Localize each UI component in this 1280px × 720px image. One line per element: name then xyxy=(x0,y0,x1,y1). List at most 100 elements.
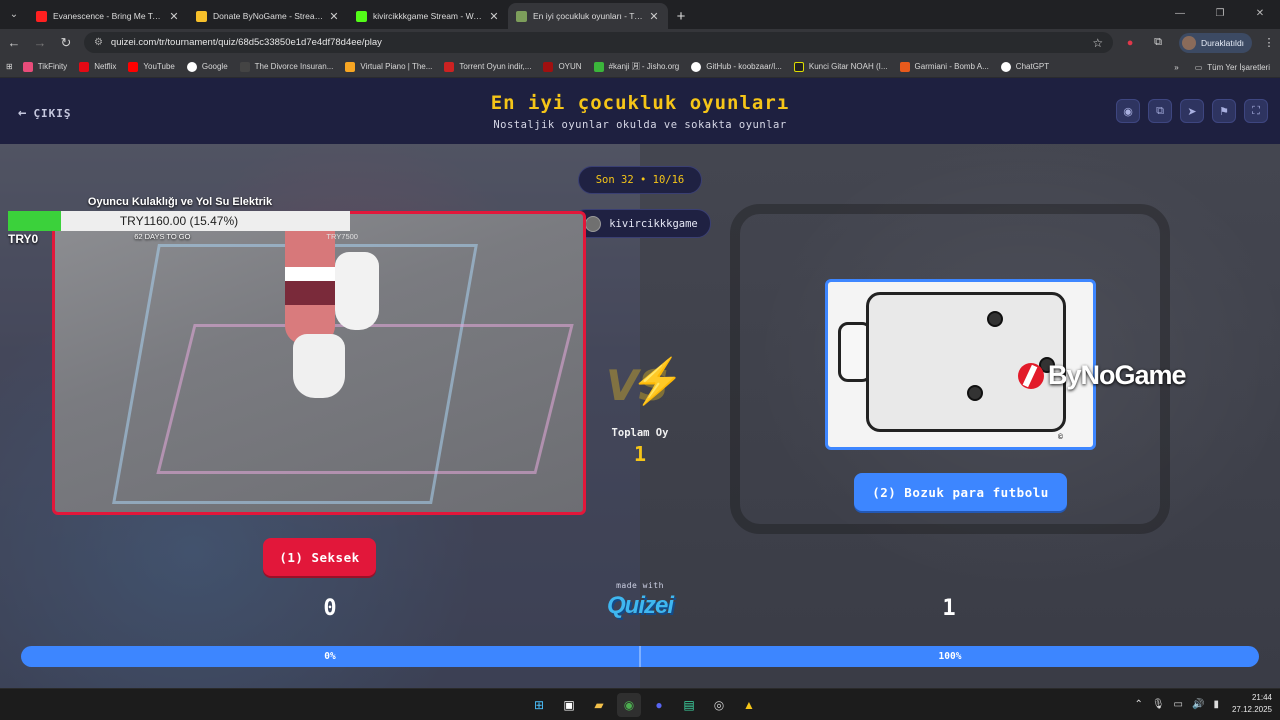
user-badge: kivircikkkgame xyxy=(572,209,711,238)
extension-icon[interactable]: ● xyxy=(1119,32,1141,54)
app-icon[interactable]: ▤ xyxy=(677,693,701,717)
donation-goal-widget: Oyuncu Kulaklığı ve Yol Su Elektrik TRY1… xyxy=(8,196,358,246)
bookmark-item[interactable]: Netflix xyxy=(79,61,116,72)
windows-taskbar: ⊞ ▣ ▰ ◉ ● ▤ ◎ ▲ ⌃ 🎙 ▭ 🔊 ▮ 21:44 27.12.20… xyxy=(0,688,1280,720)
address-bar[interactable]: ⚙ quizei.com/tr/tournament/quiz/68d5c338… xyxy=(83,32,1114,53)
forward-arrow-icon[interactable]: → xyxy=(28,31,52,55)
gitar-icon xyxy=(793,61,804,72)
donation-days-left: 62 DAYS TO GO xyxy=(134,232,191,241)
bookmark-item[interactable]: ChatGPT xyxy=(1000,61,1049,72)
chrome-icon[interactable]: ◉ xyxy=(617,693,641,717)
left-percent: 0% xyxy=(324,651,336,662)
network-icon[interactable]: ▭ xyxy=(1174,699,1183,710)
bookmark-item[interactable]: Virtual Piano | The... xyxy=(345,61,432,72)
reload-icon[interactable]: ↻ xyxy=(54,31,78,55)
bookmark-item[interactable]: Google xyxy=(186,61,228,72)
microphone-icon[interactable]: 🎙 xyxy=(1152,699,1165,710)
folder-icon xyxy=(543,61,554,72)
kick-favicon-icon xyxy=(356,10,367,22)
close-tab-icon[interactable]: ✕ xyxy=(168,10,180,23)
option-left-image[interactable] xyxy=(52,211,586,515)
browser-menu-icon[interactable]: ⋮ xyxy=(1258,32,1280,54)
garmiani-icon xyxy=(899,61,910,72)
share-send-icon[interactable]: ➤ xyxy=(1180,99,1204,123)
back-arrow-icon[interactable]: ← xyxy=(2,31,26,55)
quizei-logo[interactable]: Quizei xyxy=(590,592,690,620)
battery-icon[interactable]: ▮ xyxy=(1213,699,1219,710)
task-view-icon[interactable]: ▣ xyxy=(557,693,581,717)
url-text[interactable]: quizei.com/tr/tournament/quiz/68d5c33850… xyxy=(111,37,1092,48)
all-bookmarks[interactable]: » ▭ Tüm Yer İşaretleri xyxy=(1174,56,1270,78)
close-tab-icon[interactable]: ✕ xyxy=(328,10,340,23)
close-tab-icon[interactable]: ✕ xyxy=(648,10,660,23)
jisho-icon xyxy=(593,61,604,72)
chevron-up-icon[interactable]: ⌃ xyxy=(1134,699,1142,710)
bookmark-star-icon[interactable]: ☆ xyxy=(1092,36,1103,50)
bookmark-folder[interactable]: OYUN xyxy=(543,61,582,72)
browser-tab-active[interactable]: En iyi çocukluk oyunları - Tier Li ✕ xyxy=(508,3,668,29)
option-right-button[interactable]: (2) Bozuk para futbolu xyxy=(854,473,1067,511)
apps-grid-icon[interactable]: ⊞ xyxy=(6,62,13,71)
bynogame-favicon-icon xyxy=(196,10,207,22)
bookmark-item[interactable]: GitHub - koobzaar/l... xyxy=(691,61,782,72)
made-with-label: made with xyxy=(616,581,664,590)
browser-tab[interactable]: kivircikkkgame Stream - Watch ✕ xyxy=(348,3,508,29)
bookmark-item[interactable]: Torrent Oyun indir,... xyxy=(444,61,531,72)
bookmark-item[interactable]: TikFinity xyxy=(22,61,67,72)
sponsor-watermark: ByNoGame xyxy=(1018,360,1187,391)
bynogame-logo-icon xyxy=(1018,362,1044,389)
speaker-icon[interactable]: 🔊 xyxy=(1192,699,1204,710)
bookmark-item[interactable]: Kunci Gitar NOAH (I... xyxy=(793,61,888,72)
close-window-icon[interactable]: ✕ xyxy=(1240,0,1280,26)
file-explorer-icon[interactable]: ▰ xyxy=(587,693,611,717)
bookmark-item[interactable]: YouTube xyxy=(128,61,175,72)
eye-icon[interactable]: ◉ xyxy=(1116,99,1140,123)
profile-button[interactable]: Duraklatıldı xyxy=(1179,32,1253,53)
bookmark-item[interactable]: The Divorce Insuran... xyxy=(239,61,333,72)
donation-max: TRY7500 xyxy=(326,232,358,241)
start-icon[interactable]: ⊞ xyxy=(527,693,551,717)
site-info-icon[interactable]: ⚙ xyxy=(94,37,103,48)
folder-icon: ▭ xyxy=(1194,62,1203,72)
browser-toolbar: ← → ↻ ⚙ quizei.com/tr/tournament/quiz/68… xyxy=(0,29,1280,56)
clock[interactable]: 21:44 27.12.2025 xyxy=(1232,692,1272,716)
minimize-icon[interactable]: — xyxy=(1160,0,1200,26)
fullscreen-icon[interactable]: ⛶ xyxy=(1244,99,1268,123)
system-tray: ⌃ 🎙 ▭ 🔊 ▮ 21:44 27.12.2025 xyxy=(1134,692,1272,716)
copy-icon[interactable]: ⧉ xyxy=(1148,99,1172,123)
youtube-favicon-icon xyxy=(36,10,47,22)
quiz-page: ← ÇIKIŞ En iyi çocukluk oyunları Nostalj… xyxy=(0,78,1280,688)
taskbar-apps: ⊞ ▣ ▰ ◉ ● ▤ ◎ ▲ xyxy=(527,693,761,717)
avatar xyxy=(1182,35,1197,50)
quiz-header: ← ÇIKIŞ En iyi çocukluk oyunları Nostalj… xyxy=(0,78,1280,144)
chevron-right-icon[interactable]: » xyxy=(1174,63,1178,72)
steam-icon[interactable]: ◎ xyxy=(707,693,731,717)
left-score: 0 xyxy=(323,596,337,621)
total-votes-label: Toplam Oy xyxy=(611,427,669,439)
bookmark-item[interactable]: Garmiani - Bomb A... xyxy=(899,61,989,72)
donation-progress-bar: TRY1160.00 (15.47%) xyxy=(8,211,350,231)
browser-tab[interactable]: Evanescence - Bring Me To Life ✕ xyxy=(28,3,188,29)
piano-icon xyxy=(345,61,356,72)
quizei-favicon-icon xyxy=(516,10,527,22)
browser-tab-strip: ⌄ Evanescence - Bring Me To Life ✕ Donat… xyxy=(0,0,1280,29)
bookmarks-bar: ⊞ TikFinity Netflix YouTube Google The D… xyxy=(0,56,1280,78)
new-tab-button[interactable]: + xyxy=(668,3,694,29)
option-left-button[interactable]: (1) Seksek xyxy=(263,538,376,576)
close-tab-icon[interactable]: ✕ xyxy=(488,10,500,23)
youtube-icon xyxy=(128,61,139,72)
round-badge: Son 32 • 10/16 xyxy=(578,166,702,194)
tab-search-icon[interactable]: ⌄ xyxy=(0,0,28,29)
extensions-puzzle-icon[interactable]: ⧉ xyxy=(1147,32,1169,54)
github-icon xyxy=(691,61,702,72)
right-score: 1 xyxy=(942,596,956,621)
donation-min: TRY0 xyxy=(8,232,39,246)
versus-icon: VS ⚡ xyxy=(606,357,685,410)
bookmark-item[interactable]: #kanji 🈷 - Jisho.org xyxy=(593,61,679,72)
app-icon[interactable]: ▲ xyxy=(737,693,761,717)
header-actions: ◉ ⧉ ➤ ⚑ ⛶ xyxy=(1116,99,1268,123)
flag-icon[interactable]: ⚑ xyxy=(1212,99,1236,123)
restore-icon[interactable]: ❐ xyxy=(1200,0,1240,26)
discord-icon[interactable]: ● xyxy=(647,693,671,717)
browser-tab[interactable]: Donate ByNoGame - Streamer ✕ xyxy=(188,3,348,29)
